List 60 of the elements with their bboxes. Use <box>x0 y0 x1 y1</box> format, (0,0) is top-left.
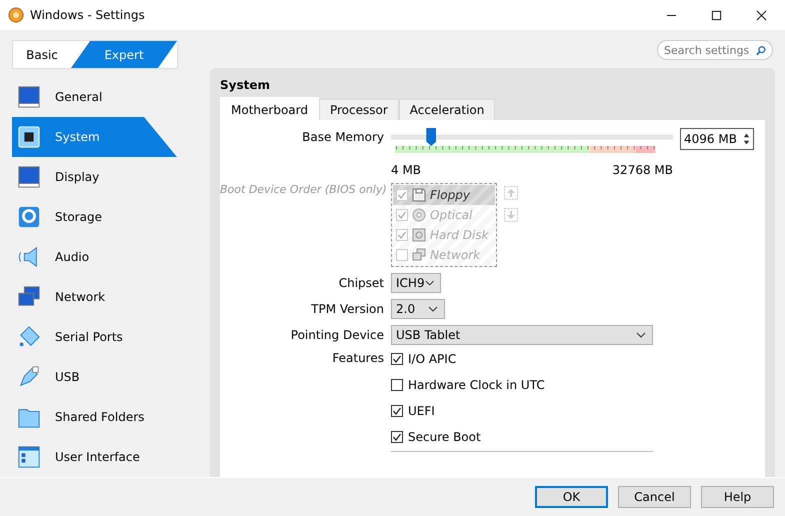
window-icon <box>17 445 41 469</box>
dialog-button[interactable]: Cancel <box>618 486 691 508</box>
section-title: System <box>220 78 271 92</box>
checkbox-label: Hardware Clock in UTC <box>408 378 545 392</box>
sidebar-item[interactable]: System <box>12 117 177 157</box>
disc-icon <box>412 208 426 222</box>
monitors-icon <box>412 248 426 262</box>
field-label: Features <box>331 351 384 365</box>
close-icon[interactable] <box>756 10 767 20</box>
field-label: Base Memory <box>301 130 384 144</box>
monitor-icon <box>17 85 41 109</box>
chip-icon <box>17 125 41 149</box>
field-label: Chipset <box>338 276 384 290</box>
sidebar-item[interactable]: Shared Folders <box>0 397 177 437</box>
min-label: 4 MB <box>391 163 422 177</box>
sidebar-item[interactable]: General <box>0 77 177 117</box>
checkbox-label: Secure Boot <box>408 430 481 444</box>
chevron-icon <box>424 280 434 286</box>
dialog-button[interactable]: OK <box>535 486 608 508</box>
monitors-icon <box>17 285 41 309</box>
tab[interactable]: Acceleration <box>398 99 496 120</box>
sidebar-item[interactable]: Serial Ports <box>0 317 177 357</box>
memory-spinbox[interactable]: 4096 MB <box>680 128 754 150</box>
slider-thumb[interactable] <box>426 128 436 146</box>
sidebar-item[interactable]: Storage <box>0 197 177 237</box>
checkbox-label: UEFI <box>408 404 435 418</box>
checkbox[interactable] <box>391 405 403 417</box>
window-title: Windows - Settings <box>30 8 145 22</box>
chevron-icon <box>428 306 438 312</box>
field-label: Pointing Device <box>290 328 384 342</box>
sidebar-item[interactable]: User Interface <box>0 437 177 477</box>
connector-icon <box>17 325 41 349</box>
search-field[interactable]: Search settings <box>657 40 773 60</box>
mode-tab[interactable]: Basic <box>13 41 71 68</box>
spin-arrows-icon <box>742 131 751 147</box>
mode-tab[interactable]: Expert <box>71 41 177 68</box>
checkbox[interactable] <box>391 353 403 365</box>
usb-plug-icon <box>17 365 41 389</box>
checkbox-label: I/O APIC <box>408 352 456 366</box>
floppy-icon <box>412 188 426 202</box>
field-label: Boot Device Order (BIOS only) <box>220 183 384 196</box>
maximize-icon[interactable] <box>711 10 722 20</box>
field-label: TPM Version <box>310 302 384 316</box>
checkbox[interactable] <box>391 431 403 443</box>
drive-icon <box>412 228 426 242</box>
tab[interactable]: Processor <box>318 99 399 120</box>
dialog-button[interactable]: Help <box>701 486 774 508</box>
checkbox[interactable] <box>391 379 403 391</box>
sidebar-item[interactable]: USB <box>0 357 177 397</box>
tpm-dropdown[interactable]: 2.0 <box>391 299 445 319</box>
monitor-icon <box>17 165 41 189</box>
sidebar-item[interactable]: Network <box>0 277 177 317</box>
sidebar-item[interactable]: Display <box>0 157 177 197</box>
chipset-dropdown[interactable]: ICH9 <box>391 273 441 293</box>
tab[interactable]: Motherboard <box>220 97 319 120</box>
chevron-icon <box>636 332 646 338</box>
sidebar-item[interactable]: Audio <box>0 237 177 277</box>
max-label: 32768 MB <box>612 163 673 177</box>
search-icon <box>756 44 766 56</box>
pointing-device-dropdown[interactable]: USB Tablet <box>391 325 653 345</box>
